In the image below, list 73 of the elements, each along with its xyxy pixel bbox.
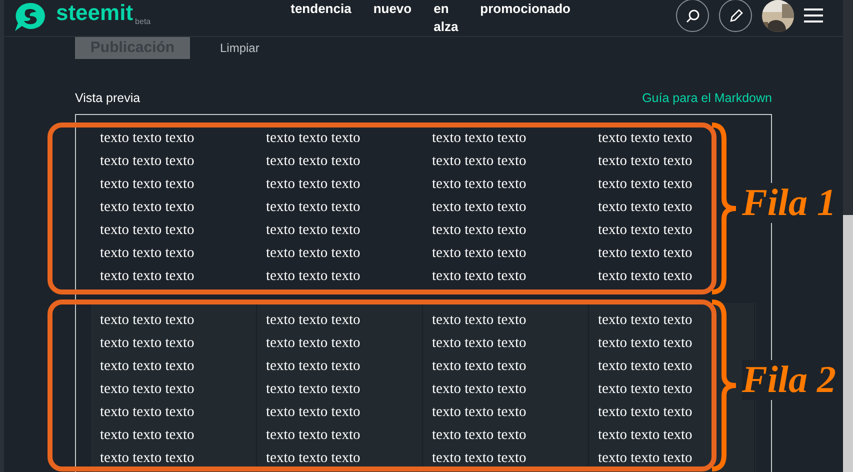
cell-text: texto texto texto xyxy=(266,128,362,148)
cell-text: texto texto texto xyxy=(598,402,694,422)
cell-text: texto texto texto xyxy=(266,266,362,286)
edit-button[interactable] xyxy=(719,0,752,32)
cell-text: texto texto texto xyxy=(100,220,196,240)
cell-text: texto texto texto xyxy=(100,128,196,148)
cell-text: texto texto texto xyxy=(598,220,694,240)
menu-icon[interactable] xyxy=(804,8,823,23)
cell-text: texto texto texto xyxy=(266,380,362,399)
cell-text: texto texto texto xyxy=(598,426,694,445)
cell-text: texto texto texto xyxy=(100,198,196,217)
markdown-guide-link[interactable]: Guía para el Markdown xyxy=(642,89,772,108)
cell-text: texto texto texto xyxy=(266,310,362,330)
cell-text: texto texto texto xyxy=(100,402,196,422)
cell-text: texto texto texto xyxy=(432,380,528,399)
cell-text: texto texto texto xyxy=(266,152,362,171)
cell-text: texto texto texto xyxy=(432,128,528,148)
cell-text: texto texto texto xyxy=(432,334,528,353)
cell-text: texto texto texto xyxy=(100,356,196,376)
nav-link[interactable]: nuevo xyxy=(373,0,412,36)
cell-text: texto texto texto xyxy=(100,380,196,399)
beta-label: beta xyxy=(135,18,151,26)
cell-text: texto texto texto xyxy=(598,380,694,399)
cell-text: texto texto texto xyxy=(266,448,362,468)
cell-text: texto texto texto xyxy=(598,356,694,376)
cell-text: texto texto texto xyxy=(100,266,196,286)
search-icon xyxy=(686,8,700,22)
cell-text: texto texto texto xyxy=(266,356,362,376)
cell-text: texto texto texto xyxy=(266,174,362,194)
cell-text: texto texto texto xyxy=(598,198,694,217)
search-button[interactable] xyxy=(676,0,709,32)
scrollbar-thumb[interactable] xyxy=(843,215,853,472)
cell-text: texto texto texto xyxy=(266,244,362,263)
clear-link[interactable]: Limpiar xyxy=(220,39,260,57)
cell-text: texto texto texto xyxy=(100,174,196,194)
cell-text: texto texto texto xyxy=(432,402,528,422)
cell-text: texto texto texto xyxy=(598,266,694,286)
cell-text: texto texto texto xyxy=(598,334,694,353)
nav-link[interactable]: en alza xyxy=(434,0,458,36)
pencil-icon xyxy=(728,8,742,22)
cell-text: texto texto texto xyxy=(432,266,528,286)
nav-link[interactable]: tendencia xyxy=(290,0,352,36)
cell-text: texto texto texto xyxy=(266,402,362,422)
cell-text: texto texto texto xyxy=(598,244,694,263)
cell-text: texto texto texto xyxy=(100,310,196,330)
cell-text: texto texto texto xyxy=(100,152,196,171)
cell-text: texto texto texto xyxy=(432,244,528,263)
cell-text: texto texto texto xyxy=(266,198,362,217)
preview-title: Vista previa xyxy=(75,90,140,107)
cell-text: texto texto texto xyxy=(266,334,362,353)
cell-text: texto texto texto xyxy=(432,220,528,240)
cell-text: texto texto texto xyxy=(432,310,528,330)
cell-text: texto texto texto xyxy=(266,426,362,445)
annotation-label: Fila 2 xyxy=(742,360,836,400)
cell-text: texto texto texto xyxy=(100,448,196,468)
cell-text: texto texto texto xyxy=(266,220,362,240)
cell-text: texto texto texto xyxy=(432,174,528,194)
cell-text: texto texto texto xyxy=(432,356,528,376)
logo-icon[interactable] xyxy=(14,2,48,32)
cell-text: texto texto texto xyxy=(432,426,528,445)
cell-text: texto texto texto xyxy=(432,152,528,171)
cell-text: texto texto texto xyxy=(598,174,694,194)
nav-link[interactable]: promocionado xyxy=(480,0,570,36)
cell-text: texto texto texto xyxy=(598,448,694,468)
cell-text: texto texto texto xyxy=(432,198,528,217)
cell-text: texto texto texto xyxy=(598,128,694,148)
logo-wordmark[interactable]: steemit xyxy=(56,0,134,26)
cell-text: texto texto texto xyxy=(100,426,196,445)
cell-text: texto texto texto xyxy=(598,310,694,330)
cell-text: texto texto texto xyxy=(100,244,196,263)
cell-text: texto texto texto xyxy=(432,448,528,468)
cell-text: texto texto texto xyxy=(598,152,694,171)
cell-text: texto texto texto xyxy=(100,334,196,353)
